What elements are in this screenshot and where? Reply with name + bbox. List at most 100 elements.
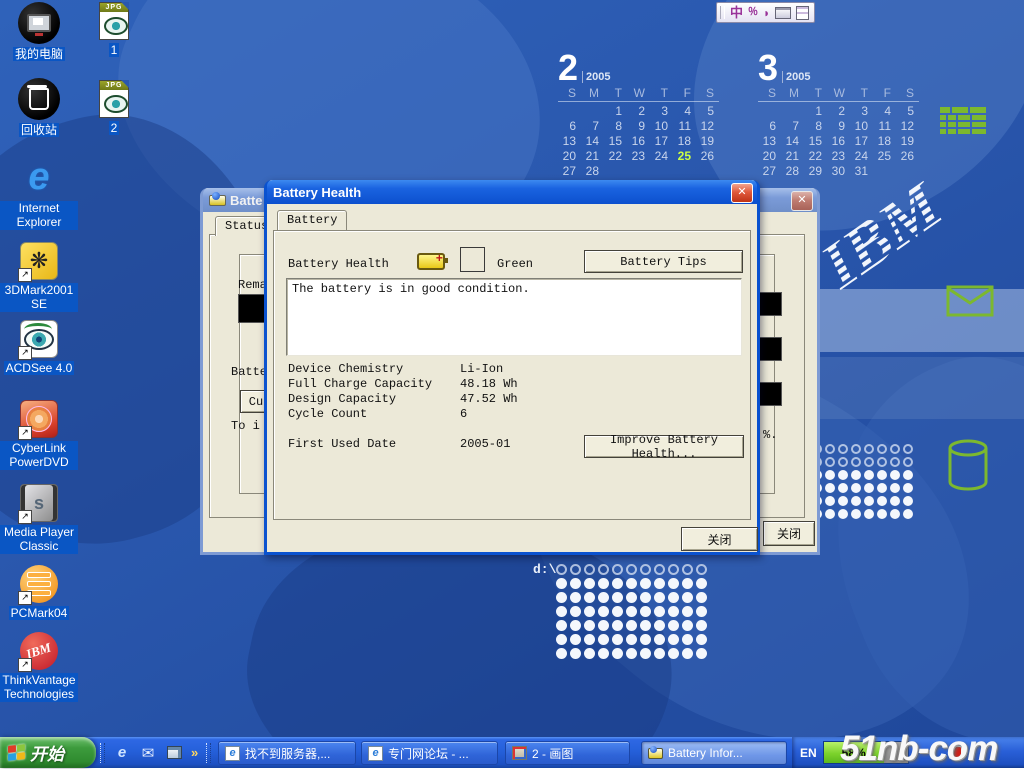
punctuation-icon[interactable]: ％ xyxy=(748,8,758,18)
desktop-icon-internet-explorer[interactable]: e Internet Explorer xyxy=(0,158,78,230)
close-icon[interactable]: ✕ xyxy=(791,191,813,211)
battery-tips-button[interactable]: Battery Tips xyxy=(584,250,743,273)
dot xyxy=(696,592,707,603)
calendar-day: 9 xyxy=(627,119,650,134)
ime-chinese-icon[interactable]: 中 xyxy=(730,6,743,19)
close-button[interactable]: 关闭 xyxy=(681,527,758,551)
calendar-day: 8 xyxy=(604,119,627,134)
calendar-day: 15 xyxy=(604,134,627,149)
dot xyxy=(556,648,567,659)
menu-icon[interactable] xyxy=(796,6,809,20)
desktop-icon-powerdvd[interactable]: ↗ CyberLink PowerDVD xyxy=(0,400,78,470)
language-bar-grip[interactable] xyxy=(720,6,725,19)
ie-icon[interactable]: e xyxy=(113,744,131,762)
desktop-icon-label: ACDSee 4.0 xyxy=(4,361,75,375)
calendar-day: 20 xyxy=(758,149,781,164)
language-bar[interactable]: 中 ％ ◗ xyxy=(716,2,815,23)
dot xyxy=(838,444,848,454)
field-label: Design Capacity xyxy=(288,392,396,406)
calendar-day: 1 xyxy=(804,104,827,119)
calendar-weekday: M xyxy=(781,86,804,102)
desktop-icon-3dmark2001[interactable]: ❋ ↗ 3DMark2001 SE xyxy=(0,242,78,312)
calendar-day: 2 xyxy=(627,104,650,119)
field-value: 6 xyxy=(460,407,467,421)
dot xyxy=(570,564,581,575)
dot xyxy=(598,634,609,645)
dot xyxy=(682,648,693,659)
dot xyxy=(626,634,637,645)
dot xyxy=(838,470,848,480)
task-button-label: 专门网论坛 - ... xyxy=(388,745,469,762)
desktop-icon-pcmark04[interactable]: ↗ PCMark04 xyxy=(0,565,78,620)
show-desktop-icon[interactable] xyxy=(165,744,183,762)
close-icon[interactable]: ✕ xyxy=(731,183,753,203)
dot xyxy=(626,606,637,617)
start-button[interactable]: 开始 xyxy=(0,737,96,768)
task-button-paint[interactable]: 2 - 画图 xyxy=(505,741,630,765)
desktop-icon-thinkvantage[interactable]: IBM ↗ ThinkVantage Technologies xyxy=(0,632,78,702)
dot xyxy=(570,592,581,603)
calendar-day: 11 xyxy=(673,119,696,134)
condition-textbox[interactable]: The battery is in good condition. xyxy=(286,278,742,356)
desktop-file-jpg-2[interactable]: JPG 2 xyxy=(92,80,136,135)
shortcut-arrow-icon: ↗ xyxy=(18,658,32,672)
dialog-titlebar[interactable]: Battery Health xyxy=(267,180,757,204)
field-value: 48.18 Wh xyxy=(460,377,518,391)
crescent-icon[interactable]: ◗ xyxy=(763,7,770,19)
calendar-day xyxy=(558,104,581,119)
dot xyxy=(612,564,623,575)
mail-icon[interactable]: ✉ xyxy=(139,744,157,762)
desktop-icon-label: ThinkVantage Technologies xyxy=(0,673,78,702)
dot xyxy=(851,496,861,506)
calendar-day xyxy=(650,164,673,179)
calendar-day: 14 xyxy=(581,134,604,149)
improve-battery-health-button[interactable]: Improve Battery Health... xyxy=(584,435,744,458)
toolbar-grip[interactable] xyxy=(206,743,211,763)
calendar-day: 23 xyxy=(827,149,850,164)
task-button-ie-1[interactable]: e 找不到服务器,... xyxy=(218,741,356,765)
calendar-day: 4 xyxy=(673,104,696,119)
dot xyxy=(654,648,665,659)
desktop-file-jpg-1[interactable]: JPG 1 xyxy=(92,2,136,57)
calendar-day: 7 xyxy=(781,119,804,134)
dot xyxy=(654,634,665,645)
dot xyxy=(626,620,637,631)
desktop-icon-label: PCMark04 xyxy=(9,606,70,620)
task-button-battery-information[interactable]: Battery Infor... xyxy=(641,741,787,765)
calendar-weekday: W xyxy=(827,86,850,102)
dot xyxy=(668,564,679,575)
task-button-ie-2[interactable]: e 专门网论坛 - ... xyxy=(361,741,498,765)
dot xyxy=(612,634,623,645)
calendar-day: 22 xyxy=(804,149,827,164)
language-indicator[interactable]: EN xyxy=(800,746,817,760)
battery-health-dialog[interactable]: Battery Health ✕ Battery Battery Health … xyxy=(264,180,760,555)
my-computer-icon xyxy=(18,2,60,44)
to-label: To i xyxy=(231,419,260,433)
close-button[interactable]: 关闭 xyxy=(763,521,815,546)
tab-battery[interactable]: Battery xyxy=(277,210,347,230)
calendar-weekday: M xyxy=(581,86,604,102)
desktop-icon-media-player-classic[interactable]: s ↗ Media Player Classic xyxy=(0,484,78,554)
toolbar-grip[interactable] xyxy=(100,743,105,763)
calendar-day: 10 xyxy=(650,119,673,134)
calendar-day: 3 xyxy=(650,104,673,119)
calendar-day: 21 xyxy=(581,149,604,164)
dot xyxy=(864,457,874,467)
calendar-day: 25 xyxy=(873,149,896,164)
calendar-day: 15 xyxy=(804,134,827,149)
calendar-day: 29 xyxy=(804,164,827,179)
desktop-icon-my-computer[interactable]: 我的电脑 xyxy=(0,2,78,61)
dot xyxy=(640,634,651,645)
calendar-day: 4 xyxy=(873,104,896,119)
calendar-day: 22 xyxy=(604,149,627,164)
calendar-day xyxy=(758,104,781,119)
dot xyxy=(851,470,861,480)
dot xyxy=(640,592,651,603)
calendar-day xyxy=(627,164,650,179)
calendar-day: 25 xyxy=(673,149,696,164)
desktop-icon-recycle-bin[interactable]: 回收站 xyxy=(0,78,78,137)
desktop-icon-acdsee[interactable]: ↗ ACDSee 4.0 xyxy=(0,320,78,375)
chevron-icon[interactable]: » xyxy=(191,745,198,760)
battery-health-icon xyxy=(417,253,445,270)
keyboard-icon[interactable] xyxy=(775,7,791,19)
